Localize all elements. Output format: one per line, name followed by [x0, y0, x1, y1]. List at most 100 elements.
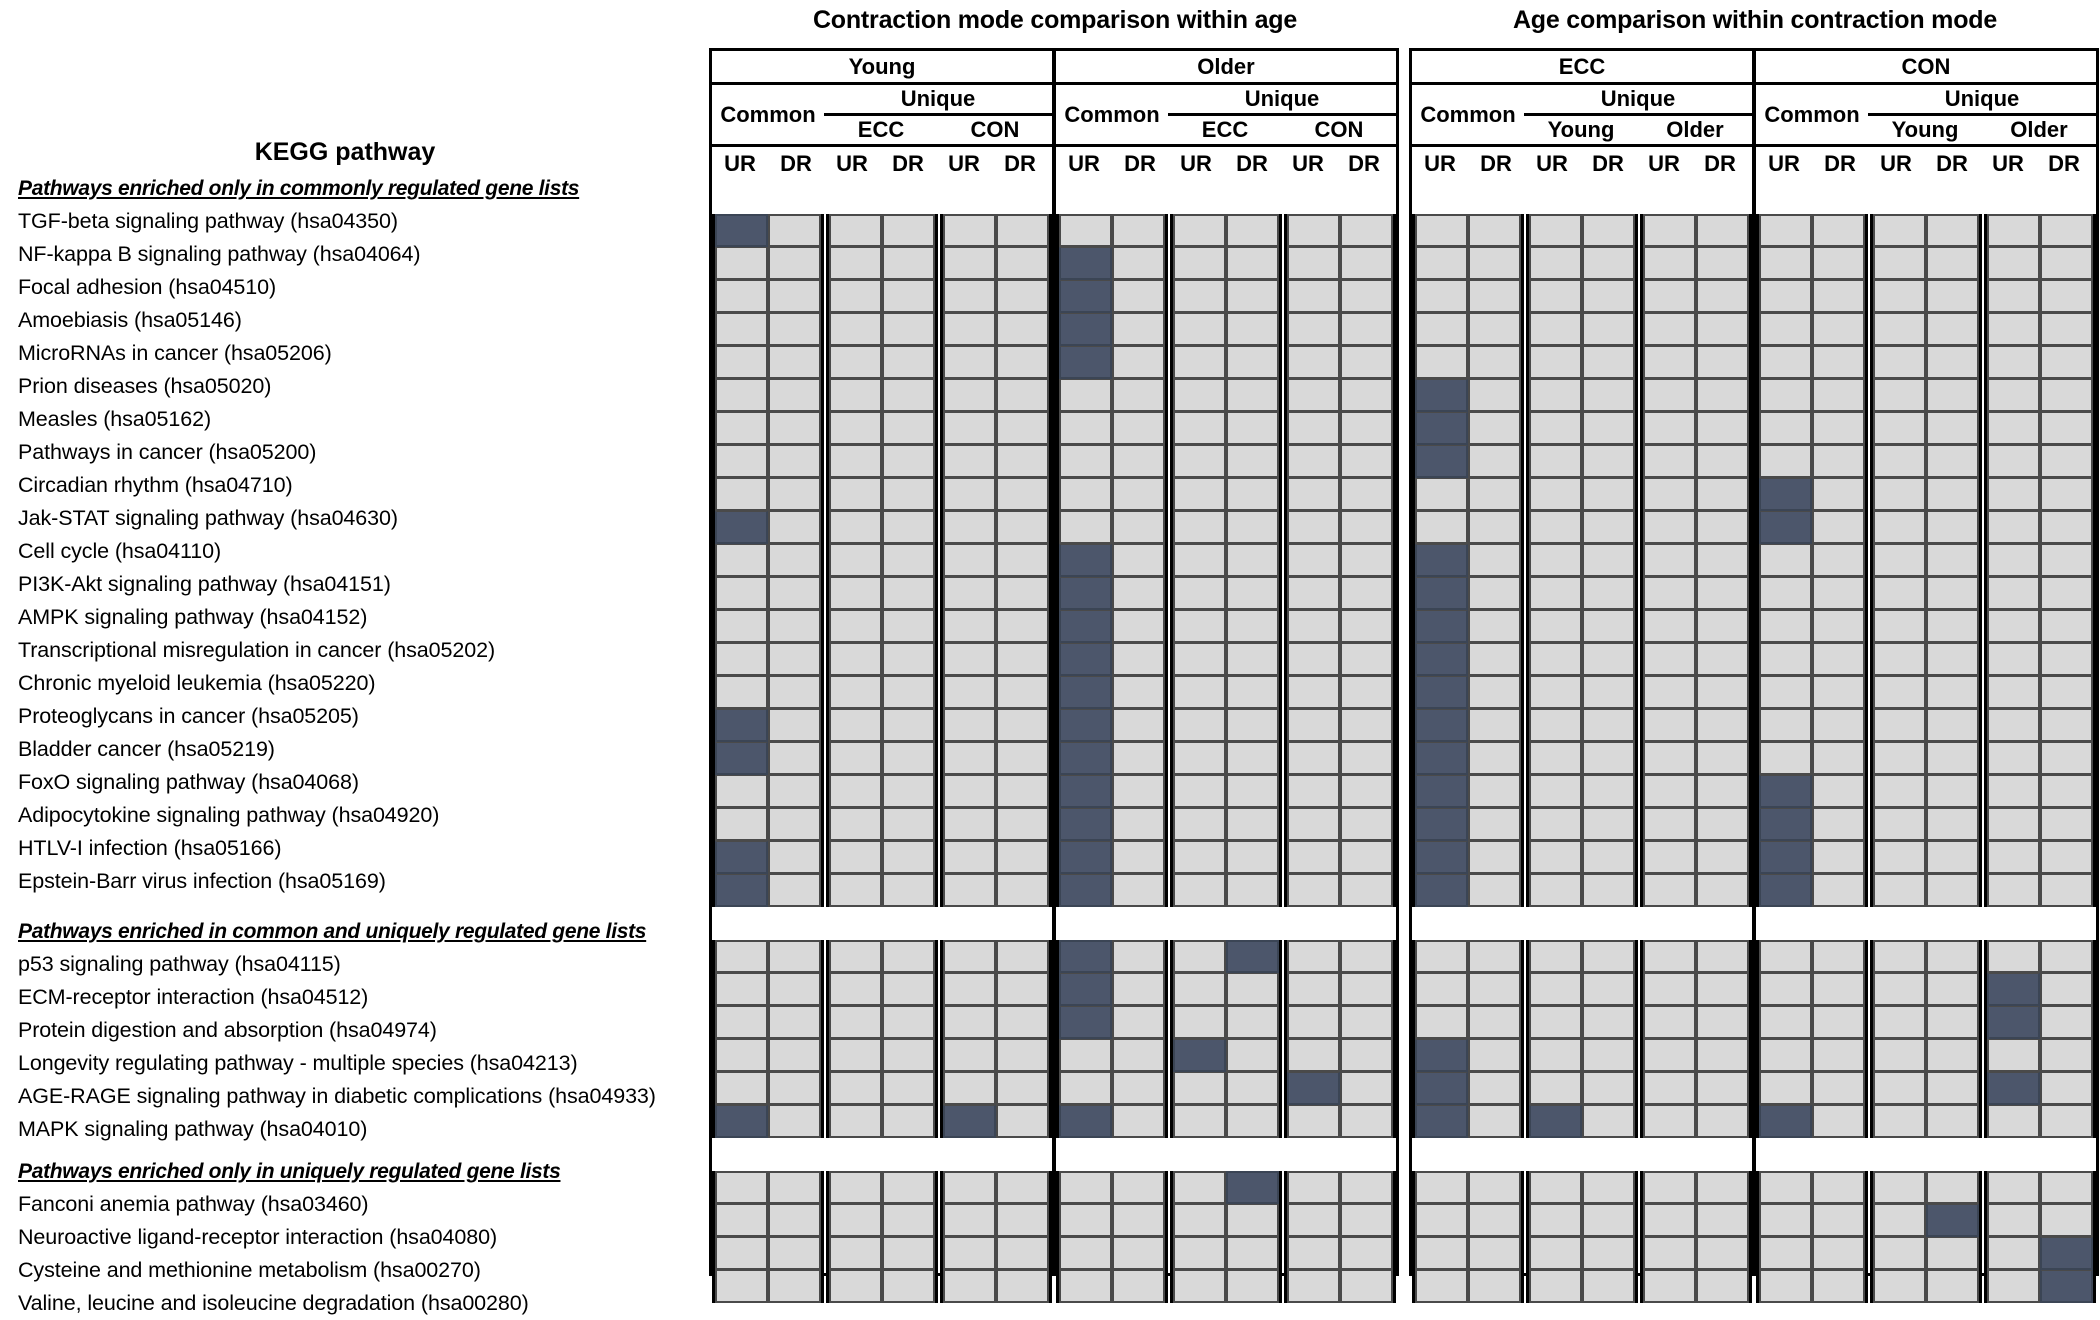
- matrix-cell-empty: [1643, 1105, 1696, 1138]
- pathway-label: Transcriptional misregulation in cancer …: [18, 638, 495, 662]
- header-young-ecc: Young: [1547, 117, 1615, 142]
- matrix-cell-empty: [1529, 280, 1582, 313]
- matrix-cell-empty: [715, 544, 768, 577]
- matrix-cell-empty: [1873, 874, 1926, 907]
- matrix-cell-empty: [715, 445, 768, 478]
- matrix-row: [1056, 247, 1396, 280]
- matrix-cell-empty: [1059, 214, 1112, 247]
- matrix-cell-empty: [1287, 973, 1340, 1006]
- matrix-cell-filled: [1415, 610, 1468, 643]
- cell-block: [1526, 544, 1638, 577]
- matrix-cell-empty: [996, 676, 1049, 709]
- matrix-row: [1756, 1039, 2096, 1072]
- cell-block: [1284, 1270, 1396, 1303]
- matrix-cell-empty: [1112, 676, 1165, 709]
- matrix-cell-empty: [2040, 973, 2093, 1006]
- matrix-row: [712, 1006, 1052, 1039]
- matrix-cell-empty: [1112, 775, 1165, 808]
- matrix-cell-filled: [1059, 610, 1112, 643]
- matrix-cell-filled: [1759, 808, 1812, 841]
- cell-block: [1284, 577, 1396, 610]
- matrix-cell-filled: [1415, 577, 1468, 610]
- matrix-cell-empty: [1873, 1072, 1926, 1105]
- matrix-cell-empty: [1415, 940, 1468, 973]
- matrix-cell-empty: [1468, 478, 1521, 511]
- matrix-row: [1412, 841, 1752, 874]
- matrix-cell-empty: [1112, 1039, 1165, 1072]
- matrix-cell-empty: [1173, 643, 1226, 676]
- matrix-cell-empty: [1696, 808, 1749, 841]
- cell-block: [1170, 1171, 1282, 1204]
- cell-block: [1170, 775, 1282, 808]
- matrix-row: [1756, 379, 2096, 412]
- cell-block: [1284, 643, 1396, 676]
- matrix-row: [1756, 478, 2096, 511]
- cell-block: [1640, 841, 1752, 874]
- matrix-cell-empty: [715, 973, 768, 1006]
- matrix-cell-empty: [1987, 478, 2040, 511]
- cell-block: [1526, 379, 1638, 412]
- header-unique-ecc: Unique: [1524, 85, 1752, 116]
- matrix-cell-empty: [2040, 478, 2093, 511]
- matrix-cell-empty: [1926, 478, 1979, 511]
- cell-block: [940, 1171, 1052, 1204]
- matrix-row: [1412, 1105, 1752, 1138]
- cell-block: [826, 1204, 938, 1237]
- matrix-cell-empty: [1340, 1204, 1393, 1237]
- matrix-row: [712, 1171, 1052, 1204]
- matrix-cell-empty: [1287, 313, 1340, 346]
- cell-block: [712, 1237, 824, 1270]
- matrix-cell-empty: [2040, 1006, 2093, 1039]
- cell-block: [1870, 1270, 1982, 1303]
- cell-block: [1170, 379, 1282, 412]
- cell-block: [1984, 742, 2096, 775]
- matrix-cell-empty: [1287, 1039, 1340, 1072]
- matrix-row: [1056, 940, 1396, 973]
- matrix-cell-empty: [1987, 544, 2040, 577]
- cell-block: [940, 1237, 1052, 1270]
- cell-block: [826, 445, 938, 478]
- matrix-cell-filled: [1759, 511, 1812, 544]
- matrix-cell-empty: [1287, 214, 1340, 247]
- matrix-cell-empty: [1340, 313, 1393, 346]
- matrix-cell-empty: [882, 841, 935, 874]
- matrix-cell-empty: [768, 808, 821, 841]
- matrix-cell-empty: [1112, 940, 1165, 973]
- matrix-cell-empty: [1582, 1171, 1635, 1204]
- cell-block: [826, 1039, 938, 1072]
- cell-block: [826, 280, 938, 313]
- panel-header-young: Young: [712, 51, 1052, 85]
- cell-block: [1526, 577, 1638, 610]
- cell-block: [1284, 412, 1396, 445]
- matrix-cell-empty: [1529, 1039, 1582, 1072]
- matrix-cell-empty: [1926, 610, 1979, 643]
- cell-block: [1870, 1237, 1982, 1270]
- matrix-cell-empty: [1059, 1237, 1112, 1270]
- matrix-row: [1056, 544, 1396, 577]
- matrix-cell-empty: [1873, 379, 1926, 412]
- matrix-row: [712, 775, 1052, 808]
- matrix-cell-empty: [996, 841, 1049, 874]
- cell-block: [1756, 478, 1868, 511]
- matrix-cell-empty: [1926, 445, 1979, 478]
- matrix-cell-empty: [1287, 1237, 1340, 1270]
- matrix-row: [1056, 1039, 1396, 1072]
- matrix-cell-empty: [1287, 247, 1340, 280]
- cell-block: [1056, 214, 1168, 247]
- matrix-cell-filled: [1059, 973, 1112, 1006]
- cell-block: [712, 709, 824, 742]
- matrix-row: [1756, 1204, 2096, 1237]
- matrix-cell-filled: [2040, 1237, 2093, 1270]
- cell-block: [1984, 1171, 2096, 1204]
- matrix-row: [712, 874, 1052, 907]
- matrix-row: [712, 313, 1052, 346]
- cell-block: [1984, 1204, 2096, 1237]
- cell-block: [940, 412, 1052, 445]
- matrix-cell-empty: [1226, 313, 1279, 346]
- matrix-cell-empty: [1112, 1204, 1165, 1237]
- matrix-cell-empty: [1812, 775, 1865, 808]
- cell-block: [1170, 1072, 1282, 1105]
- matrix-cell-empty: [1812, 610, 1865, 643]
- cell-block: [940, 973, 1052, 1006]
